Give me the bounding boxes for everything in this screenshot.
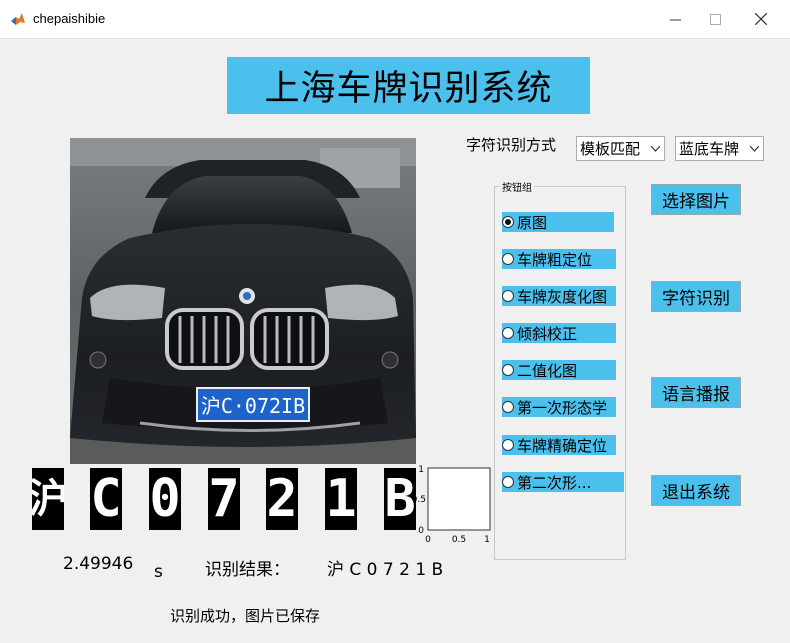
radio-label: 车牌粗定位 (517, 250, 593, 269)
method-select-value: 模板匹配 (580, 140, 641, 158)
radio-icon (502, 364, 514, 376)
radio-selected-icon (502, 216, 514, 228)
close-button[interactable] (738, 0, 784, 38)
button-group-title: 按钮组 (500, 179, 534, 194)
close-icon (755, 13, 767, 25)
radio-original[interactable]: 原图 (502, 212, 614, 232)
radio-icon (502, 290, 514, 302)
main-title: 上海车牌识别系统 (227, 57, 590, 114)
char-image: 7 (208, 468, 240, 530)
char-image: C (90, 468, 122, 530)
radio-icon (502, 476, 514, 488)
plate-type-select[interactable]: 蓝底车牌 (675, 136, 764, 161)
char-image: 1 (325, 468, 357, 530)
plate-type-select-value: 蓝底车牌 (679, 140, 740, 158)
x-tick-label: 1 (484, 535, 490, 545)
time-unit: s (154, 562, 163, 582)
car-photo: 沪C·072IB (70, 138, 416, 464)
radio-icon (502, 439, 514, 451)
radio-icon (502, 253, 514, 265)
radio-label: 第二次形... (517, 473, 592, 492)
chevron-down-icon (647, 137, 664, 160)
radio-grayscale[interactable]: 车牌灰度化图 (502, 286, 616, 306)
empty-axes: 1 0.5 0 0 0.5 1 (412, 465, 491, 545)
radio-label: 车牌精确定位 (517, 436, 608, 455)
radio-icon (502, 327, 514, 339)
char-image: 0 (149, 468, 181, 530)
x-tick-label: 0 (425, 535, 431, 545)
exit-button[interactable]: 退出系统 (651, 475, 741, 506)
radio-coarse-locate[interactable]: 车牌粗定位 (502, 249, 616, 269)
maximize-icon (709, 13, 721, 25)
recognition-method-label: 字符识别方式 (466, 136, 557, 154)
x-tick-label: 0.5 (452, 535, 466, 545)
result-value: 沪 C 0 7 2 1 B (327, 560, 444, 580)
maximize-button[interactable] (692, 0, 738, 38)
radio-binarize[interactable]: 二值化图 (502, 360, 616, 380)
license-plate-text: 沪C·072IB (200, 394, 306, 418)
method-select[interactable]: 模板匹配 (576, 136, 665, 161)
radio-label: 原图 (517, 213, 548, 232)
y-tick-label: 1 (418, 465, 424, 475)
status-text: 识别成功，图片已保存 (170, 607, 321, 625)
radio-label: 车牌灰度化图 (517, 287, 608, 306)
result-label: 识别结果： (205, 560, 290, 580)
radio-label: 倾斜校正 (517, 324, 578, 343)
radio-precise-locate[interactable]: 车牌精确定位 (502, 435, 616, 455)
y-tick-label: 0 (418, 526, 424, 536)
recognize-button[interactable]: 字符识别 (651, 281, 741, 312)
window-title: chepaishibie (33, 11, 106, 26)
radio-morph-2[interactable]: 第二次形... (502, 472, 624, 492)
radio-label: 第一次形态学 (517, 398, 608, 417)
minimize-icon (669, 19, 681, 20)
speak-button[interactable]: 语言播报 (651, 377, 741, 408)
elapsed-time: 2.49946 (63, 554, 134, 574)
radio-icon (502, 401, 514, 413)
char-image: 2 (266, 468, 298, 530)
matlab-app-icon (11, 13, 25, 25)
radio-morph-1[interactable]: 第一次形态学 (502, 397, 616, 417)
chevron-down-icon (746, 137, 763, 160)
radio-tilt-correction[interactable]: 倾斜校正 (502, 323, 616, 343)
char-image: 沪 (32, 468, 64, 530)
radio-label: 二值化图 (517, 361, 578, 380)
select-image-button[interactable]: 选择图片 (651, 184, 741, 215)
y-tick-label: 0.5 (412, 495, 426, 505)
